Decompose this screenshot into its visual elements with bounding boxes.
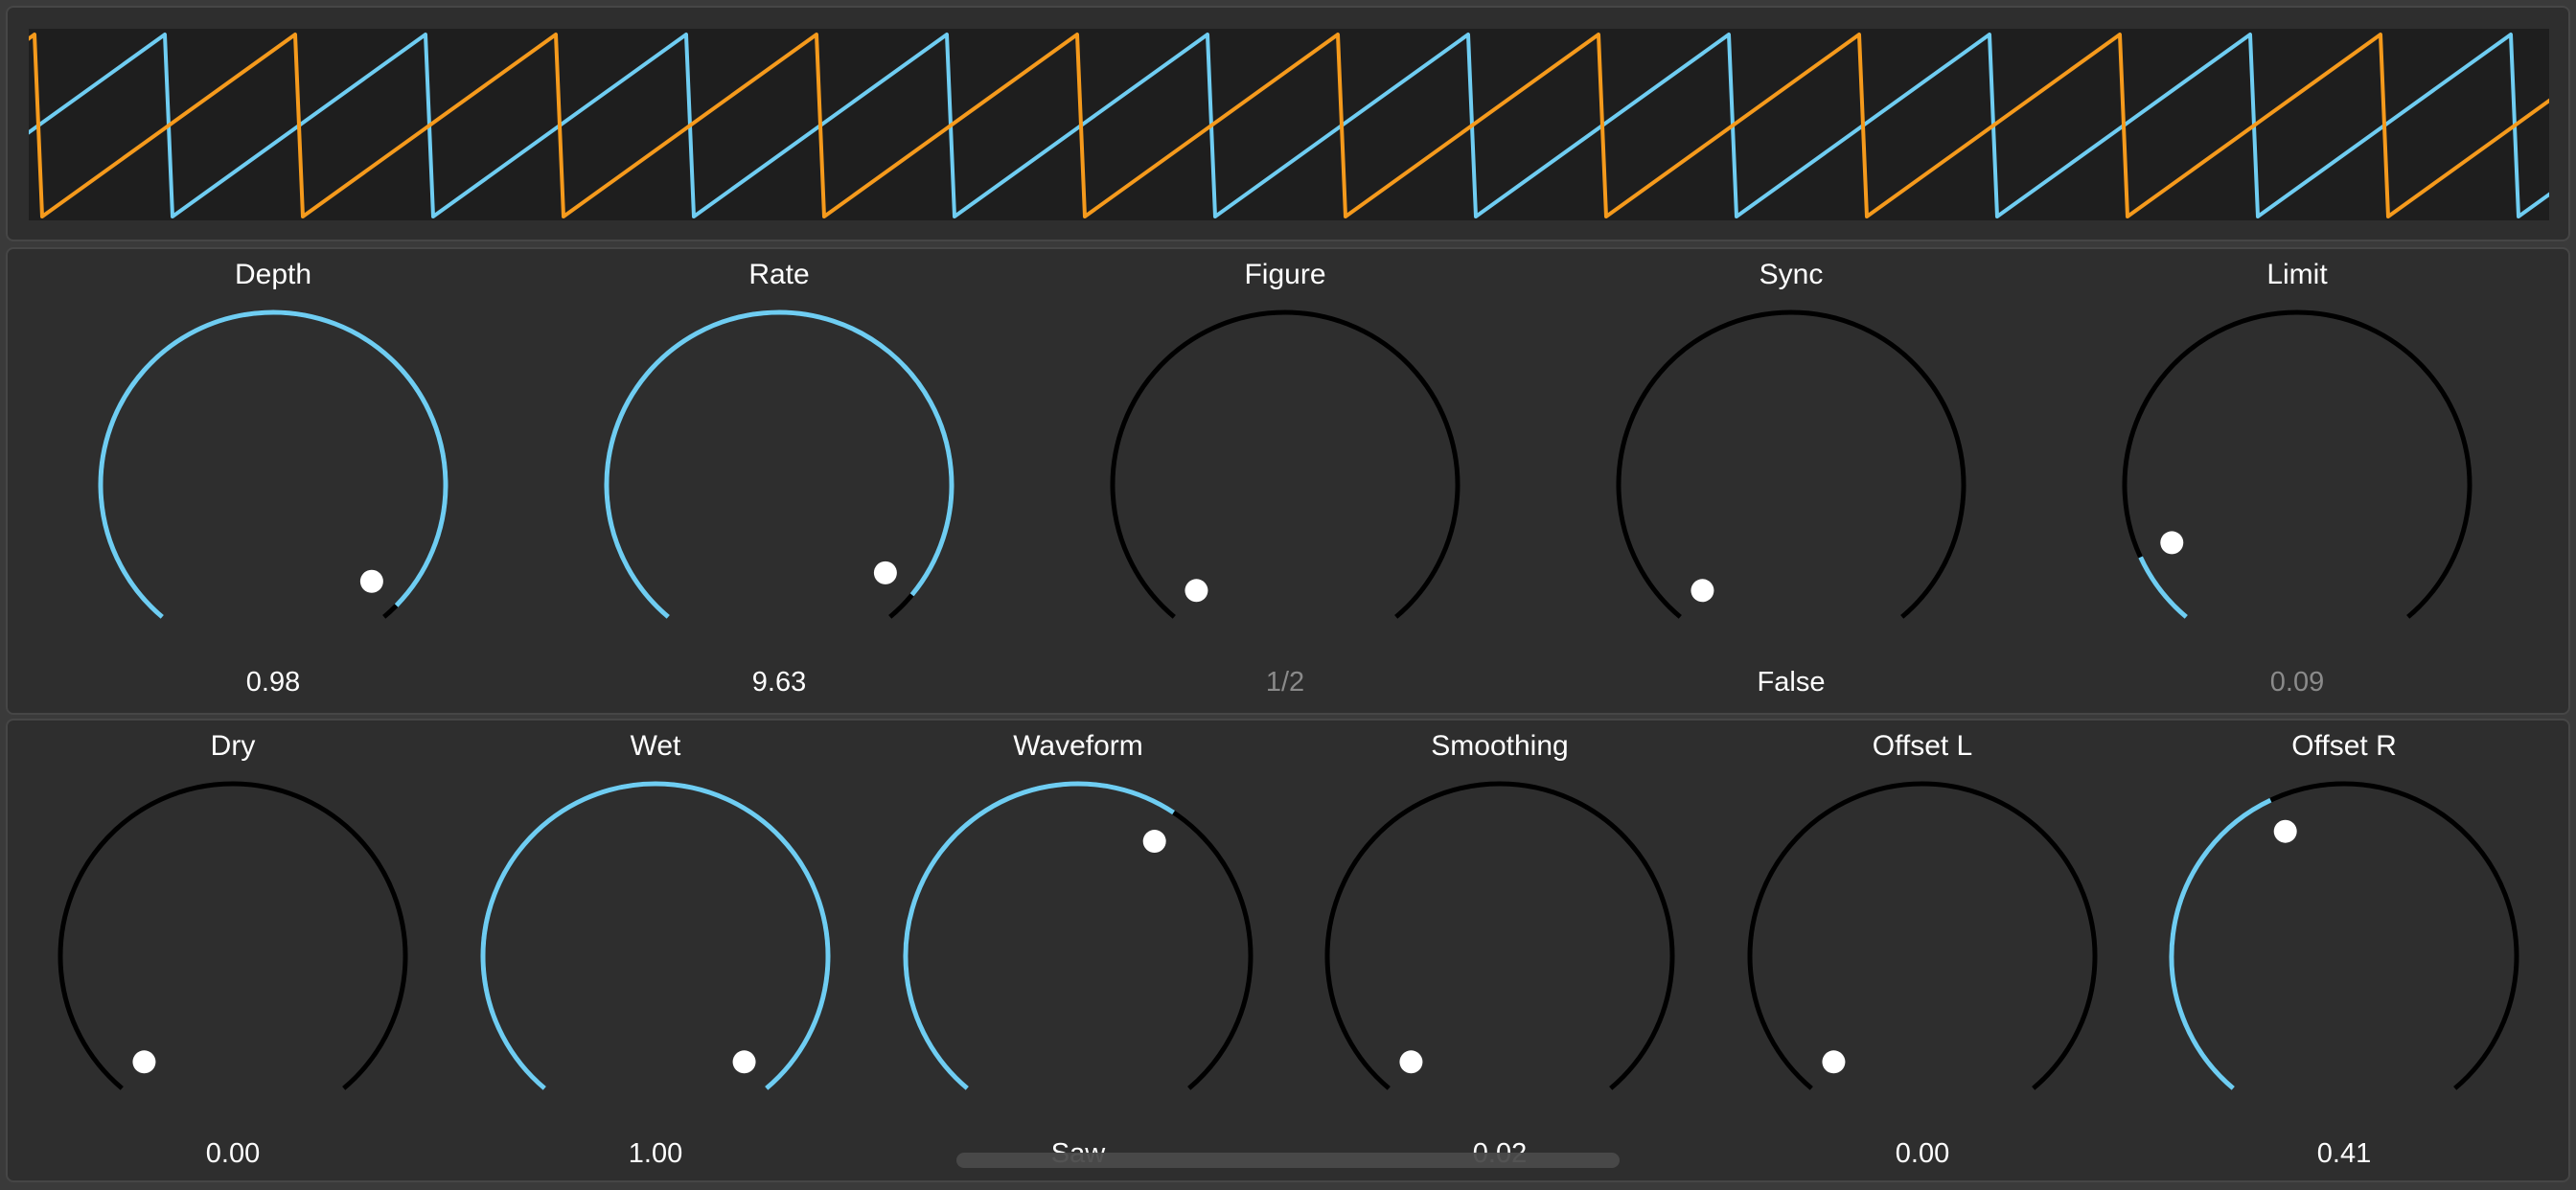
depth-value: 0.98 bbox=[245, 667, 301, 698]
knob-track bbox=[903, 781, 1254, 1090]
rate-value: 9.63 bbox=[751, 667, 807, 698]
depth-dial[interactable] bbox=[72, 297, 474, 661]
knob-value-arc bbox=[98, 309, 448, 619]
offset-r-dial[interactable] bbox=[2143, 768, 2545, 1133]
knob-handle[interactable] bbox=[2273, 819, 2297, 843]
mix-controls-panel: Dry 0.00 Wet 1.00 Waveform Saw Smoothing… bbox=[6, 719, 2570, 1182]
knob-value-arc bbox=[903, 781, 1175, 1090]
offset-l-label: Offset L bbox=[1872, 730, 1973, 762]
dry-value: 0.00 bbox=[205, 1138, 261, 1169]
waveform-label: Waveform bbox=[1013, 730, 1143, 762]
horizontal-scrollbar[interactable] bbox=[956, 1153, 1620, 1168]
figure-label: Figure bbox=[1244, 259, 1326, 290]
rate-dial[interactable] bbox=[578, 297, 980, 661]
knob-value-arc bbox=[480, 781, 831, 1090]
knob-handle[interactable] bbox=[359, 569, 383, 593]
knob-track bbox=[2169, 781, 2519, 1090]
offset-r-label: Offset R bbox=[2291, 730, 2397, 762]
figure-dial[interactable] bbox=[1084, 297, 1486, 661]
wet-value: 1.00 bbox=[628, 1138, 683, 1169]
limit-dial[interactable] bbox=[2096, 297, 2498, 661]
knob-handle[interactable] bbox=[732, 1050, 756, 1074]
oscilloscope-display bbox=[29, 29, 2549, 220]
lfo-controls-panel: Depth 0.98 Rate 9.63 Figure 1/2 Sync Fal… bbox=[6, 247, 2570, 715]
knob-track bbox=[1110, 309, 1460, 619]
limit-label: Limit bbox=[2266, 259, 2328, 290]
wet-label: Wet bbox=[630, 730, 681, 762]
knob-track bbox=[1324, 781, 1675, 1090]
knob-track bbox=[604, 309, 954, 619]
trace-left bbox=[29, 33, 2549, 218]
dry-dial[interactable] bbox=[32, 768, 434, 1133]
sync-label: Sync bbox=[1759, 259, 1824, 290]
knob-value-arc bbox=[604, 309, 954, 619]
knob-value-arc bbox=[2169, 797, 2272, 1090]
smoothing-label: Smoothing bbox=[1431, 730, 1569, 762]
knob-track bbox=[1616, 309, 1966, 619]
wet-dial[interactable] bbox=[454, 768, 857, 1133]
offset-l-value: 0.00 bbox=[1895, 1138, 1950, 1169]
oscilloscope-waveforms bbox=[29, 33, 2549, 218]
knob-track bbox=[1747, 781, 2098, 1090]
depth-label: Depth bbox=[234, 259, 312, 290]
offset-r-value: 0.41 bbox=[2316, 1138, 2372, 1169]
knob-track bbox=[2122, 309, 2472, 619]
knob-track bbox=[98, 309, 448, 619]
sync-value: False bbox=[1757, 667, 1826, 698]
knob-handle[interactable] bbox=[1822, 1050, 1846, 1074]
knob-handle[interactable] bbox=[1399, 1050, 1423, 1074]
knob-handle[interactable] bbox=[132, 1050, 156, 1074]
offset-l-dial[interactable] bbox=[1721, 768, 2124, 1133]
oscilloscope-panel bbox=[6, 6, 2570, 241]
knob-handle[interactable] bbox=[873, 561, 897, 584]
knob-track bbox=[480, 781, 831, 1090]
knob-handle[interactable] bbox=[1690, 579, 1714, 603]
rate-label: Rate bbox=[748, 259, 810, 290]
sync-dial[interactable] bbox=[1590, 297, 1992, 661]
knob-handle[interactable] bbox=[2160, 531, 2184, 555]
figure-value: 1/2 bbox=[1265, 667, 1305, 698]
waveform-dial[interactable] bbox=[877, 768, 1279, 1133]
knob-value-arc bbox=[2138, 556, 2188, 619]
knob-handle[interactable] bbox=[1184, 579, 1208, 603]
smoothing-dial[interactable] bbox=[1299, 768, 1701, 1133]
limit-value: 0.09 bbox=[2269, 667, 2325, 698]
knob-handle[interactable] bbox=[1142, 830, 1166, 854]
trace-right bbox=[29, 33, 2549, 218]
knob-track bbox=[58, 781, 408, 1090]
dry-label: Dry bbox=[210, 730, 256, 762]
